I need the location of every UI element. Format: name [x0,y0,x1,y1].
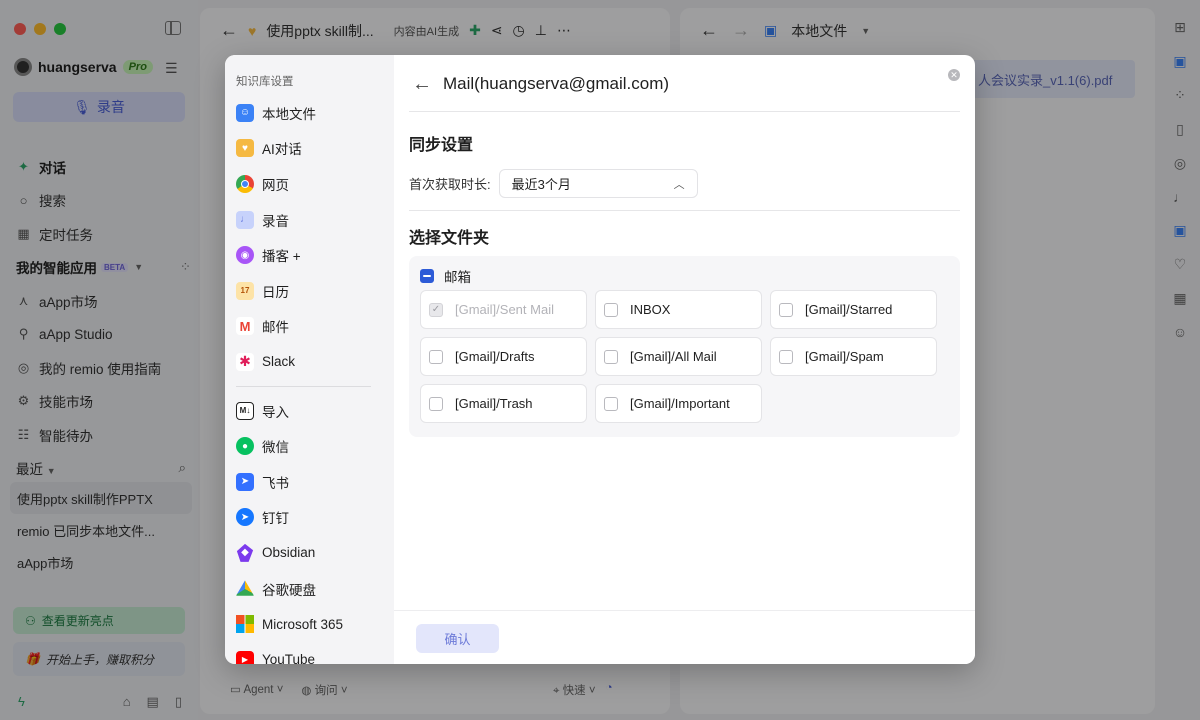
folder-label: [Gmail]/Sent Mail [455,302,554,317]
source-google-drive[interactable]: 谷歌硬盘 [236,571,386,607]
source-mail[interactable]: M 邮件 [236,309,386,345]
folder-label: [Gmail]/Drafts [455,349,535,364]
source-label: 飞书 [262,475,289,491]
checkbox: ✓ [429,302,443,317]
markdown-icon: M↓ [236,401,254,420]
source-podcast[interactable]: ◉ 播客 + [236,237,386,273]
folder-label: [Gmail]/Starred [805,302,893,317]
duration-select[interactable]: 最近3个月 ︿ [498,169,698,198]
folder-label: [Gmail]/All Mail [630,349,717,364]
knowledge-base-settings-modal: 知识库设置 ☺ 本地文件 ♥ AI对话 网页 ♩ 录音 ◉ 播客 + 17 日历… [225,55,975,664]
source-label: 网页 [262,177,289,193]
source-label: 录音 [262,213,289,229]
source-label: YouTube [262,652,316,664]
folder-starred[interactable]: [Gmail]/Starred [770,290,937,329]
folder-drafts[interactable]: [Gmail]/Drafts [420,337,587,376]
folder-important[interactable]: [Gmail]/Important [595,384,762,423]
source-label: 谷歌硬盘 [262,582,316,598]
source-microsoft-365[interactable]: Microsoft 365 [236,606,386,642]
source-sidebar-title: 知识库设置 [236,76,294,88]
source-dingtalk[interactable]: ➤ 钉钉 [236,500,386,536]
source-import[interactable]: M↓ 导入 [236,393,386,429]
back-arrow-icon[interactable]: ← [412,73,432,96]
folder-sent-mail: ✓ [Gmail]/Sent Mail [420,290,587,329]
source-list: ☺ 本地文件 ♥ AI对话 网页 ♩ 录音 ◉ 播客 + 17 日历 M 邮件 … [236,95,386,664]
dingtalk-icon: ➤ [236,508,254,527]
duration-value: 最近3个月 [511,177,571,192]
source-wechat[interactable]: ● 微信 [236,428,386,464]
source-label: 钉钉 [262,511,289,527]
gmail-icon: M [236,317,254,336]
duration-label: 首次获取时长: [409,177,491,192]
folder-all-mail[interactable]: [Gmail]/All Mail [595,337,762,376]
modal-title: Mail(huangserva@gmail.com) [443,74,670,93]
mailbox-checkbox[interactable] [420,269,434,283]
source-recording[interactable]: ♩ 录音 [236,202,386,238]
checkbox[interactable] [604,302,618,317]
finder-icon: ☺ [236,103,254,122]
folder-spam[interactable]: [Gmail]/Spam [770,337,937,376]
source-youtube[interactable]: ▶ YouTube [236,642,386,664]
checkbox[interactable] [604,396,618,411]
source-label: Slack [262,354,296,370]
source-label: 邮件 [262,320,289,336]
folder-label: [Gmail]/Trash [455,396,533,411]
checkbox[interactable] [429,349,443,364]
duration-row: 首次获取时长: 最近3个月 ︿ [409,169,698,198]
ai-heart-icon: ♥ [236,139,254,158]
gdrive-icon [236,580,254,596]
source-local-files[interactable]: ☺ 本地文件 [236,95,386,131]
divider [409,210,960,211]
mailbox-label: 邮箱 [444,270,471,285]
source-feishu[interactable]: ➤ 飞书 [236,464,386,500]
source-label: AI对话 [262,142,302,158]
divider [409,111,960,112]
checkbox[interactable] [779,302,793,317]
folder-heading: 选择文件夹 [409,230,490,247]
checkbox[interactable] [779,349,793,364]
chrome-icon [236,174,254,193]
source-ai-chat[interactable]: ♥ AI对话 [236,131,386,167]
source-web[interactable]: 网页 [236,166,386,202]
folder-trash[interactable]: [Gmail]/Trash [420,384,587,423]
confirm-button[interactable]: 确认 [416,624,499,653]
source-obsidian[interactable]: ◆ Obsidian [236,535,386,571]
folder-grid: ✓ [Gmail]/Sent Mail INBOX [Gmail]/Starre… [420,290,937,423]
source-label: 微信 [262,440,289,456]
feishu-icon: ➤ [236,472,254,491]
calendar-icon: 17 [236,281,254,300]
mailbox-select-all[interactable]: 邮箱 [420,266,471,286]
source-label: 本地文件 [262,106,316,122]
slack-icon: ✱ [236,352,254,371]
source-label: Microsoft 365 [262,616,344,632]
folder-label: [Gmail]/Important [630,396,730,411]
obsidian-icon: ◆ [236,543,254,562]
youtube-icon: ▶ [236,650,254,664]
source-label: 日历 [262,284,289,300]
folder-label: INBOX [630,302,671,317]
modal-footer: 确认 [394,610,975,664]
checkbox[interactable] [604,349,618,364]
source-calendar[interactable]: 17 日历 [236,273,386,309]
mic-icon: ♩ [236,210,254,229]
folder-selection: 邮箱 ✓ [Gmail]/Sent Mail INBOX [Gmail]/Sta… [409,256,960,437]
podcast-icon: ◉ [236,246,254,265]
wechat-icon: ● [236,437,254,456]
source-label: 导入 [262,404,289,420]
microsoft-icon [236,615,254,634]
source-label: Obsidian [262,545,316,561]
sync-settings-heading: 同步设置 [409,137,474,154]
checkbox[interactable] [429,396,443,411]
chevron-up-icon: ︿ [673,178,685,191]
divider [236,385,371,387]
mail-settings-pane: ← Mail(huangserva@gmail.com) ✕ 同步设置 首次获取… [394,55,975,664]
folder-label: [Gmail]/Spam [805,349,884,364]
source-slack[interactable]: ✱ Slack [236,344,386,380]
close-icon[interactable]: ✕ [948,69,960,81]
source-sidebar: 知识库设置 ☺ 本地文件 ♥ AI对话 网页 ♩ 录音 ◉ 播客 + 17 日历… [225,55,394,664]
folder-inbox[interactable]: INBOX [595,290,762,329]
source-label: 播客 + [262,249,301,265]
